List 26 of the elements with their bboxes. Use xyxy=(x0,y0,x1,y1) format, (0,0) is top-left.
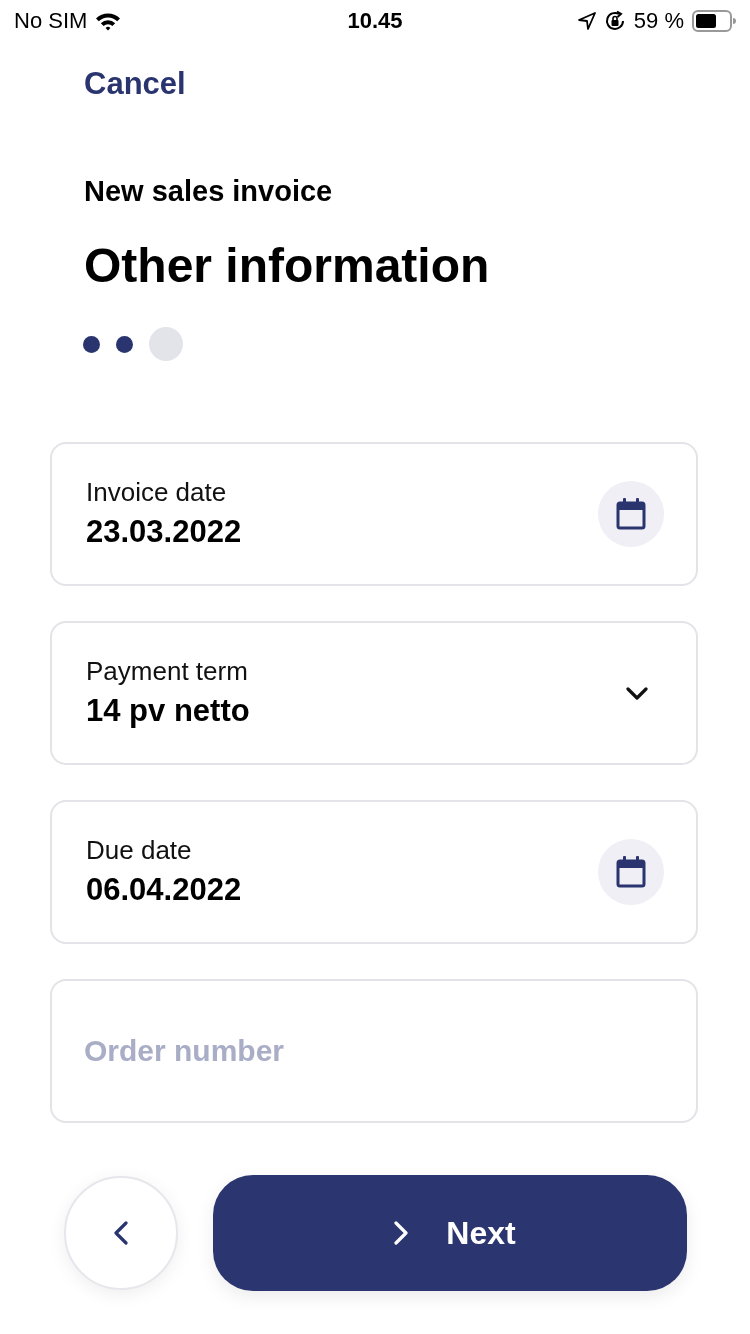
field-value: 14 pv netto xyxy=(86,692,250,730)
calendar-icon xyxy=(616,498,646,530)
field-label: Invoice date xyxy=(86,476,228,508)
wifi-icon xyxy=(95,11,122,31)
date-field[interactable]: Invoice date 23.03.2022 xyxy=(50,442,698,586)
carrier-text: No SIM xyxy=(14,8,88,34)
location-arrow-icon xyxy=(577,12,596,30)
page-title: Other information xyxy=(84,238,490,294)
field-value: 06.04.2022 xyxy=(86,871,242,909)
battery-icon xyxy=(692,10,736,32)
cancel-link[interactable]: Cancel xyxy=(84,66,186,102)
form-subtitle: New sales invoice xyxy=(84,174,333,208)
field-label: Payment term xyxy=(86,655,249,687)
date-field[interactable]: Due date 06.04.2022 xyxy=(50,800,698,944)
field-label: Due date xyxy=(86,834,193,866)
next-button[interactable]: Next xyxy=(213,1175,687,1291)
chevron-right-icon xyxy=(394,1221,409,1245)
select-field[interactable]: Payment term 14 pv netto xyxy=(50,621,698,765)
chevron-down-icon xyxy=(626,686,648,700)
input-field[interactable]: Order number xyxy=(50,979,698,1123)
field-value: 23.03.2022 xyxy=(86,513,242,551)
clock-text: 10.45 xyxy=(347,8,403,34)
battery-percent-text: 59 % xyxy=(633,8,684,34)
calendar-icon xyxy=(616,856,646,888)
chevron-left-icon xyxy=(114,1221,128,1245)
rotation-lock-icon xyxy=(603,10,626,32)
